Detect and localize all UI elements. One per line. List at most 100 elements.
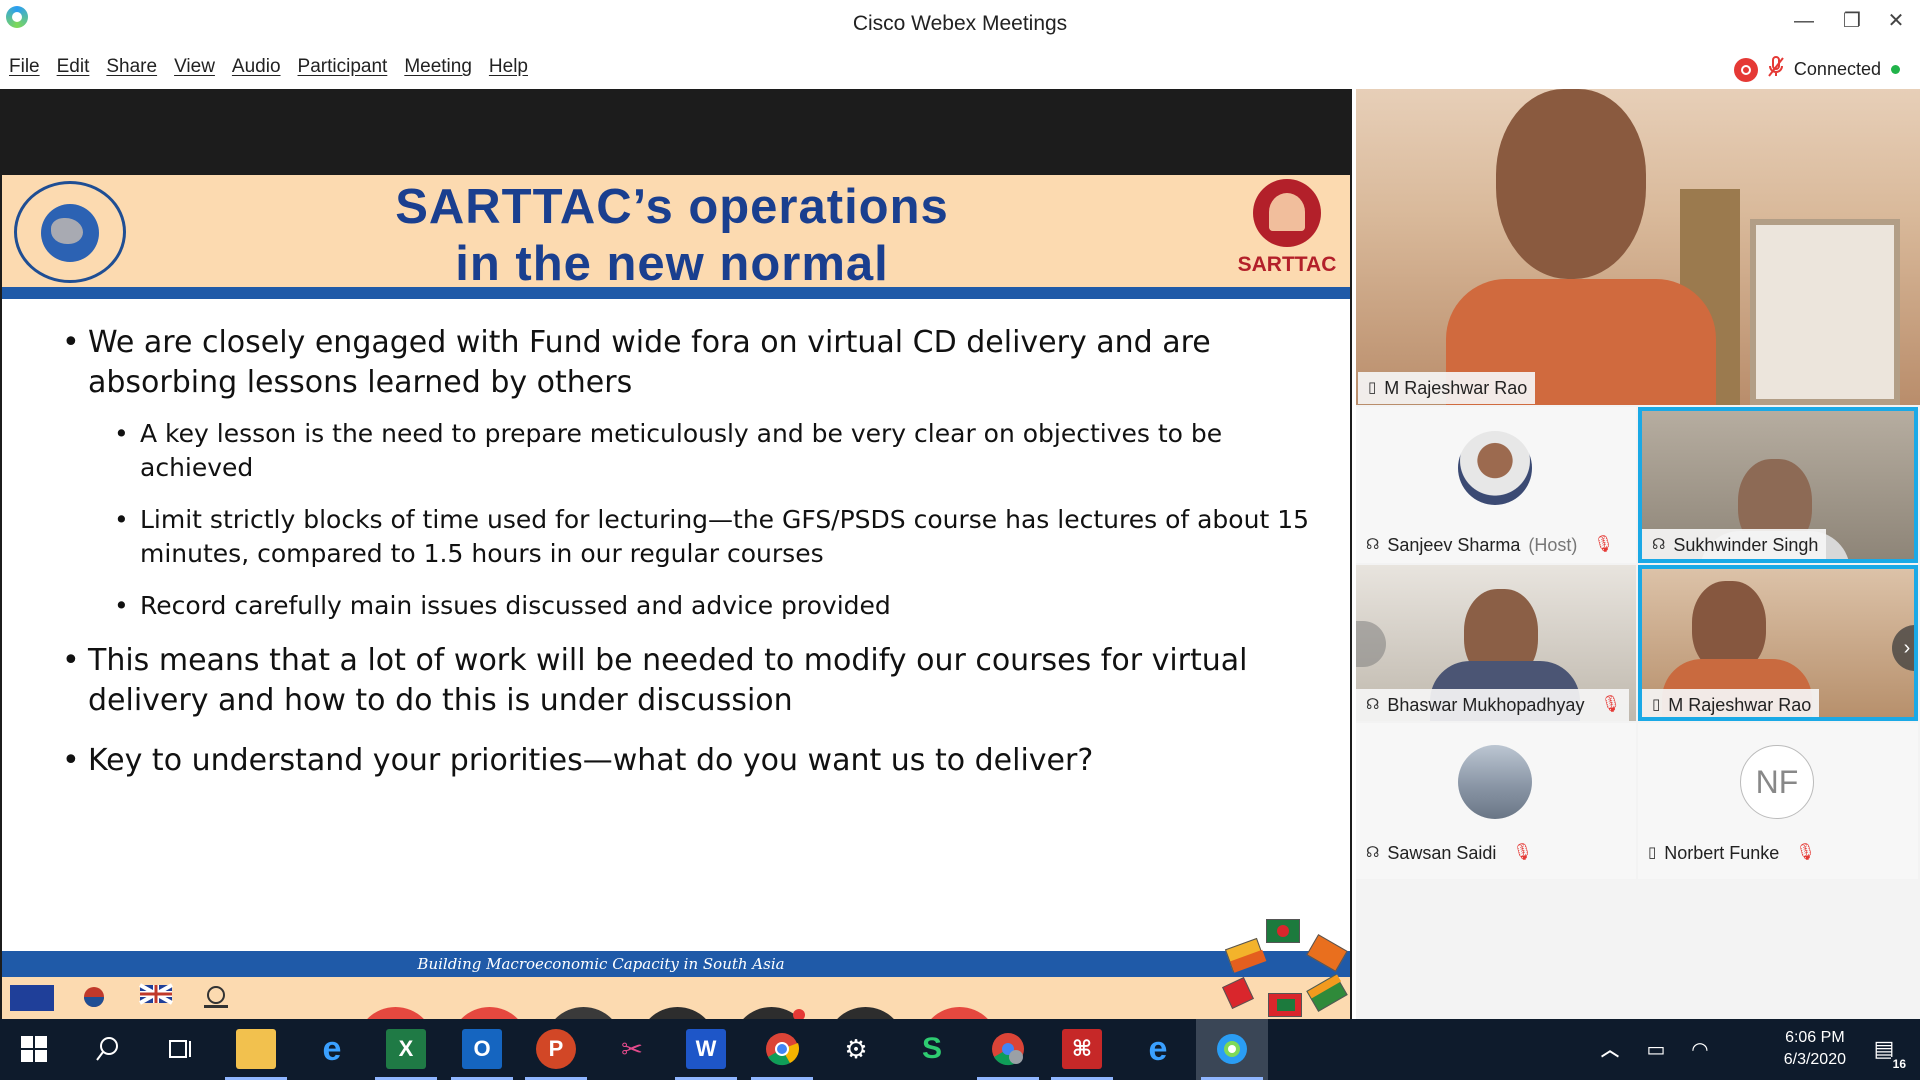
mic-muted-icon[interactable] [1768,56,1784,83]
outlook-icon[interactable]: O [462,1029,502,1069]
internet-explorer-icon[interactable]: e [312,1029,352,1069]
sub-bullet-1: A key lesson is the need to prepare meti… [114,417,1312,485]
skype-business-icon[interactable]: S [912,1029,952,1069]
close-window-button[interactable]: ✕ [1876,6,1916,36]
taskbar-clock[interactable]: 6:06 PM 6/3/2020 [1784,1027,1846,1071]
participant-name: Sawsan Saidi [1387,843,1497,863]
connection-label: Connected [1793,59,1881,79]
india-flag-icon [1306,974,1348,1012]
active-speaker-name-tag: ▯ M Rajeshwar Rao [1358,372,1536,404]
participant-tile[interactable]: NF ▯ Norbert Funke 🎙 [1638,723,1918,879]
menu-edit[interactable]: Edit [48,52,98,84]
host-label: (Host) [1528,535,1578,555]
video-panel: ▯ M Rajeshwar Rao ☊ Sanjeev Sharma (Host… [1356,89,1920,1019]
slide-header: SARTTAC’s operations in the new normal S… [2,175,1350,291]
participant-name-tag: ▯ M Rajeshwar Rao [1642,689,1820,717]
bangladesh-flag-icon [1266,919,1300,943]
avatar: NF [1740,745,1814,819]
recording-icon[interactable] [1733,57,1758,82]
participant-name: Norbert Funke [1664,843,1780,863]
menu-view[interactable]: View [165,52,223,84]
phone-icon: ▯ [1368,379,1377,396]
chevron-up-icon[interactable]: ︿ [1590,1029,1630,1069]
edge-icon[interactable]: e [1138,1029,1178,1069]
menu-share[interactable]: Share [97,52,165,84]
nepal-flag-icon [1222,977,1254,1009]
participant-name-tag: ☊ Sukhwinder Singh [1642,529,1827,559]
sri-lanka-flag-icon [1306,934,1348,972]
task-view-icon[interactable] [160,1029,200,1069]
minimize-button[interactable]: — [1784,6,1824,36]
notification-center-icon[interactable]: ▤ 16 [1864,1029,1908,1071]
participant-tile[interactable]: ☊ Sukhwinder Singh [1638,407,1918,563]
sarttac-logo: SARTTAC [1232,179,1342,285]
windows-start-icon[interactable] [14,1029,54,1069]
korea-ministry-logo [76,983,112,1013]
menu-participant[interactable]: Participant [289,52,396,84]
webex-taskbar-icon[interactable] [1212,1029,1252,1069]
settings-gear-icon[interactable]: ⚙ [836,1029,876,1069]
connected-indicator [1891,65,1900,74]
connection-status: Connected [1733,56,1900,83]
ukaid-logo [138,983,174,1013]
powerpoint-icon[interactable]: P [536,1029,576,1069]
phone-icon: ▯ [1648,844,1657,861]
snipping-tool-icon[interactable]: ✂ [612,1029,652,1069]
participant-tile[interactable]: ☊ Sanjeev Sharma (Host) 🎙 [1356,407,1636,563]
battery-icon[interactable]: ▭ [1636,1029,1676,1069]
bhutan-flag-icon [1224,937,1267,973]
presentation-slide: SARTTAC’s operations in the new normal S… [2,175,1350,1023]
shared-content-area: SARTTAC’s operations in the new normal S… [0,89,1352,1080]
headset-icon: ☊ [1366,696,1380,713]
sub-bullet-2: Limit strictly blocks of time used for l… [114,503,1312,571]
tree-icon [1253,179,1321,247]
sub-bullet-3: Record carefully main issues discussed a… [114,589,1312,623]
participant-name-tag: ☊ Bhaswar Mukhopadhyay 🎙 [1356,689,1629,721]
participant-name: Sukhwinder Singh [1673,535,1819,555]
mic-muted-icon: 🎙 [1600,696,1621,713]
bullet-1: We are closely engaged with Fund wide fo… [62,323,1312,403]
file-explorer-icon[interactable] [236,1029,276,1069]
participant-name: Sanjeev Sharma [1387,535,1521,555]
search-icon[interactable] [88,1029,128,1069]
sarttac-logo-text: SARTTAC [1237,253,1337,276]
wifi-icon[interactable]: ◠ [1680,1029,1720,1069]
menu-meeting[interactable]: Meeting [395,52,480,84]
eu-flag-icon [10,985,54,1011]
restore-button[interactable]: ❐ [1832,6,1872,36]
clock-time: 6:06 PM [1785,1029,1845,1046]
headset-icon: ☊ [1366,844,1380,861]
header-divider [2,287,1350,299]
clock-date: 6/3/2020 [1783,1051,1846,1068]
excel-icon[interactable]: X [386,1029,426,1069]
speaker-figure [1446,89,1716,405]
menu-audio[interactable]: Audio [223,52,289,84]
menu-file[interactable]: File [0,52,48,84]
slide-footer: Building Macroeconomic Capacity in South… [2,951,1350,977]
active-speaker-name: M Rajeshwar Rao [1384,378,1528,398]
acrobat-icon[interactable]: ⌘ [1062,1029,1102,1069]
member-country-flags [1222,915,1350,1023]
participant-tile[interactable]: ☊ Bhaswar Mukhopadhyay 🎙 [1356,565,1636,721]
mic-muted-icon: 🎙 [1795,844,1816,861]
chrome-profile-icon[interactable] [988,1029,1028,1069]
participant-tile[interactable]: › ▯ M Rajeshwar Rao [1638,565,1918,721]
participant-tile[interactable]: ☊ Sawsan Saidi 🎙 [1356,723,1636,879]
headset-icon: ☊ [1652,536,1666,553]
participant-name: Bhaswar Mukhopadhyay [1387,695,1585,715]
maldives-flag-icon [1268,993,1302,1017]
bullet-3: Key to understand your priorities—what d… [62,741,1312,781]
title-bar: Cisco Webex Meetings — ❐ ✕ [0,0,1920,46]
australia-govt-logo [198,983,234,1013]
slide-title-line1: SARTTAC’s operations [395,180,949,234]
bullet-2: This means that a lot of work will be ne… [62,641,1312,721]
participant-name: M Rajeshwar Rao [1668,695,1812,715]
menu-help[interactable]: Help [480,52,536,84]
slide-bullets: We are closely engaged with Fund wide fo… [62,323,1312,795]
notification-count-badge: 16 [1890,1057,1908,1071]
active-speaker-video[interactable]: ▯ M Rajeshwar Rao [1356,89,1920,405]
menu-bar: File Edit Share View Audio Participant M… [0,52,536,84]
chrome-icon[interactable] [762,1029,802,1069]
slide-footer-text: Building Macroeconomic Capacity in South… [417,955,785,973]
word-icon[interactable]: W [686,1029,726,1069]
